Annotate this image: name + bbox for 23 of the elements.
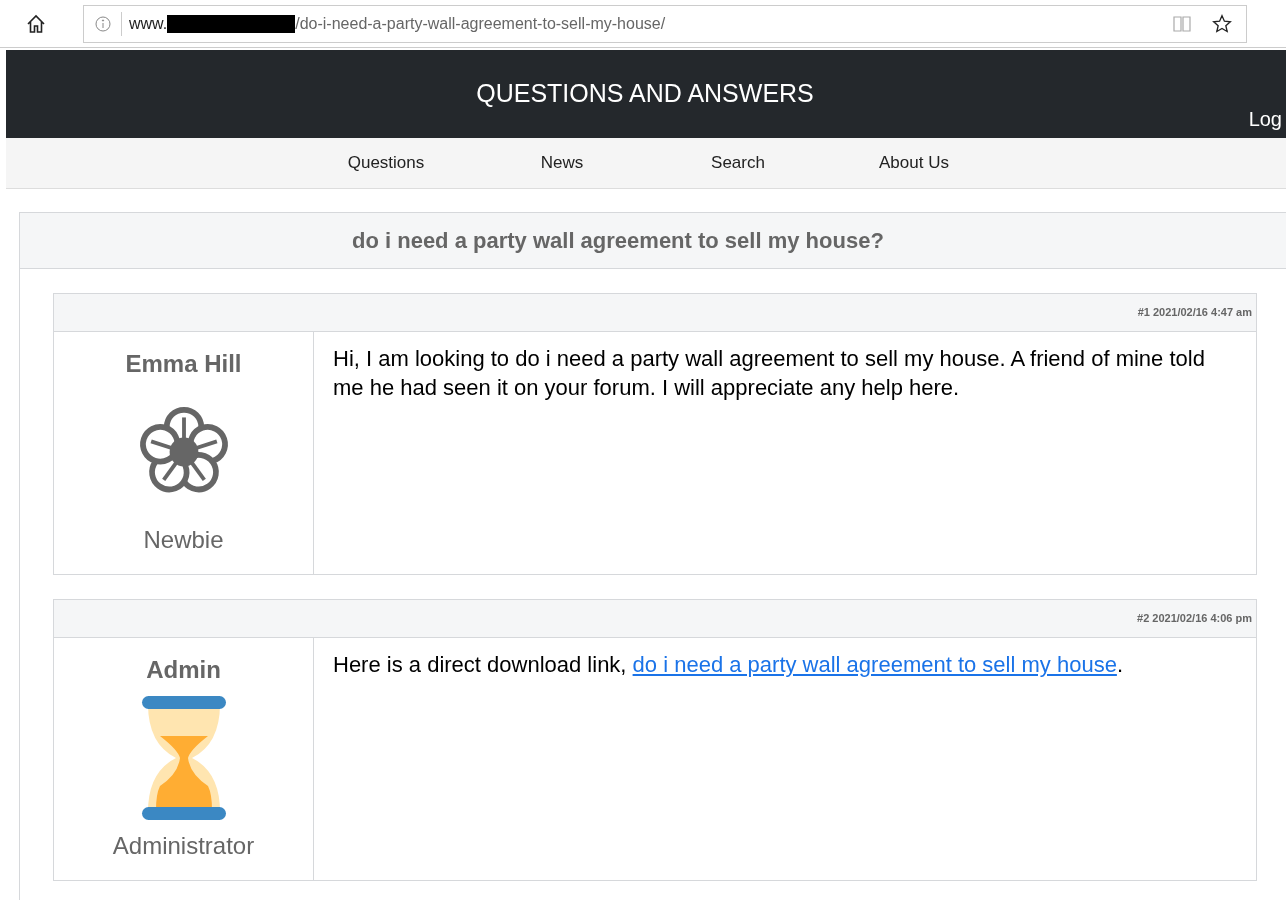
post-meta: #2 2021/02/16 4:06 pm xyxy=(1137,611,1252,627)
download-link[interactable]: do i need a party wall agreement to sell my house xyxy=(632,652,1117,677)
question-title: do i need a party wall agreement to sell my house? xyxy=(352,227,884,255)
author-rank: Newbie xyxy=(143,525,224,555)
author-name[interactable]: Admin xyxy=(146,652,221,688)
url-text: www. xyxy=(129,13,168,34)
login-link[interactable]: Log xyxy=(1248,104,1282,134)
nav-link[interactable]: Questions xyxy=(298,150,474,176)
nav-link[interactable]: About Us xyxy=(826,150,1002,176)
post-meta: #1 2021/02/16 4:47 am xyxy=(1137,305,1252,321)
hourglass-icon xyxy=(139,694,228,822)
post-text: Here is a direct download link, do i need a party wall agreement to sell my house. xyxy=(333,651,1124,679)
address-bar[interactable]: www. /do-i-need-a-party-wall-agreement-to-sell-my-house/ xyxy=(83,4,1247,43)
author-name[interactable]: Emma Hill xyxy=(125,346,242,382)
star-icon[interactable] xyxy=(1212,13,1232,34)
nav-link[interactable]: News xyxy=(474,150,650,176)
author-rank: Administrator xyxy=(112,831,255,861)
nav-link[interactable]: Search xyxy=(650,150,826,176)
info-icon[interactable] xyxy=(95,15,111,32)
post-text: Hi, I am looking to do i need a party wall agreement to sell my house. A friend of mine told me he had seen it on your forum. I will appreciate any help here. xyxy=(333,345,1206,402)
url-text: /do-i-need-a-party-wall-agreement-to-sell-my-house/ xyxy=(295,13,666,34)
site-title: QUESTIONS AND ANSWERS xyxy=(476,78,815,110)
home-icon[interactable] xyxy=(26,13,46,34)
